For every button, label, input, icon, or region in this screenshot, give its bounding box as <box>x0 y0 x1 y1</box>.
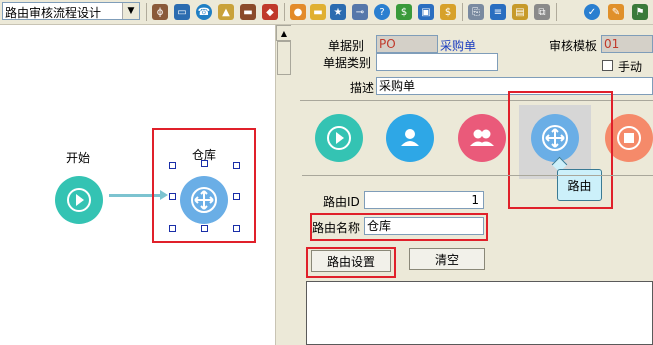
users-icon <box>470 129 494 146</box>
help-icon[interactable]: ? <box>374 4 390 20</box>
folder-icon[interactable]: ▬ <box>310 4 326 20</box>
palette-group-node[interactable] <box>458 114 506 162</box>
doc-category-label: 单据类别 <box>323 56 372 70</box>
users-icon[interactable]: ● <box>290 4 306 20</box>
scroll-thumb[interactable] <box>277 41 291 75</box>
router-icon <box>191 187 217 213</box>
lock-icon[interactable]: ▲ <box>218 4 234 20</box>
canvas-scrollbar[interactable]: ▲ <box>275 25 292 345</box>
monitor-icon[interactable]: ▭ <box>174 4 190 20</box>
flag-icon[interactable]: ⚑ <box>632 4 648 20</box>
route-id-label: 路由ID <box>323 195 360 209</box>
route-id-field[interactable]: 1 <box>364 191 484 209</box>
doc-type-label: 单据别 <box>328 39 365 53</box>
money-icon[interactable]: $ <box>396 4 412 20</box>
divider <box>302 175 653 176</box>
selection-handle[interactable] <box>233 193 240 200</box>
flow-select-value: 路由审核流程设计 <box>5 6 102 20</box>
document-icon[interactable]: ⎘ <box>468 4 484 20</box>
start-node-label: 开始 <box>66 151 91 165</box>
route-settings-button[interactable]: 路由设置 <box>311 250 391 272</box>
list-icon[interactable]: ≡ <box>490 4 506 20</box>
user-icon <box>401 129 419 146</box>
check-icon[interactable]: ✓ <box>584 4 600 20</box>
selection-handle[interactable] <box>201 225 208 232</box>
briefcase-icon[interactable]: ▬ <box>240 4 256 20</box>
selection-handle[interactable] <box>233 162 240 169</box>
warehouse-route-node[interactable] <box>180 176 228 224</box>
stop-icon <box>617 126 641 150</box>
play-icon <box>327 126 351 150</box>
start-node[interactable] <box>55 176 103 224</box>
cart-icon[interactable]: ▣ <box>418 4 434 20</box>
palette-user-node[interactable] <box>386 114 434 162</box>
clear-button[interactable]: 清空 <box>409 248 485 270</box>
toolbar-separator <box>146 3 147 21</box>
template-label: 审核模板 <box>549 39 598 53</box>
manual-checkbox[interactable] <box>602 60 613 71</box>
selection-handle[interactable] <box>169 162 176 169</box>
doc-category-field[interactable] <box>376 53 498 71</box>
scroll-up-icon[interactable]: ▲ <box>276 25 292 41</box>
chevron-down-icon[interactable]: ▼ <box>122 3 139 19</box>
star-icon[interactable]: ★ <box>330 4 346 20</box>
route-name-label: 路由名称 <box>312 221 361 235</box>
palette-start-node[interactable] <box>315 114 363 162</box>
globe-icon[interactable]: ☎ <box>196 4 212 20</box>
dollar-icon[interactable]: $ <box>440 4 456 20</box>
key-icon[interactable]: ⊸ <box>352 4 368 20</box>
flow-canvas[interactable]: 开始 仓库 <box>0 25 275 345</box>
toolbar: 路由审核流程设计 ▼ ɸ ▭ ☎ ▲ ▬ ◆ ● ▬ ★ ⊸ ? $ ▣ $ ⎘… <box>0 0 653 25</box>
code-view-icon[interactable]: ɸ <box>152 4 168 20</box>
toolbar-separator <box>462 3 463 21</box>
selection-handle[interactable] <box>233 225 240 232</box>
selection-handle[interactable] <box>201 160 208 167</box>
cabinet-icon[interactable]: ▤ <box>512 4 528 20</box>
pen-icon[interactable]: ✎ <box>608 4 624 20</box>
toolbar-separator <box>284 3 285 21</box>
flow-select-dropdown[interactable]: 路由审核流程设计 ▼ <box>2 2 140 20</box>
play-icon <box>67 188 91 212</box>
selection-handle[interactable] <box>169 193 176 200</box>
selection-handle[interactable] <box>169 225 176 232</box>
route-tooltip: 路由 <box>557 169 602 201</box>
route-name-field[interactable]: 仓库 <box>364 217 484 235</box>
book-icon[interactable]: ◆ <box>262 4 278 20</box>
desc-label: 描述 <box>350 81 375 95</box>
toolbar-separator <box>556 3 557 21</box>
route-detail-area[interactable] <box>306 281 653 345</box>
doc-type-code-field[interactable]: PO <box>376 35 438 53</box>
template-field[interactable]: 01 <box>601 35 653 53</box>
doc-type-name: 采购单 <box>440 39 477 53</box>
properties-panel: 单据别 PO 采购单 审核模板 01 单据类别 手动提 描述 采购单 路由 路由… <box>291 25 653 345</box>
copy-icon[interactable]: ⧉ <box>534 4 550 20</box>
